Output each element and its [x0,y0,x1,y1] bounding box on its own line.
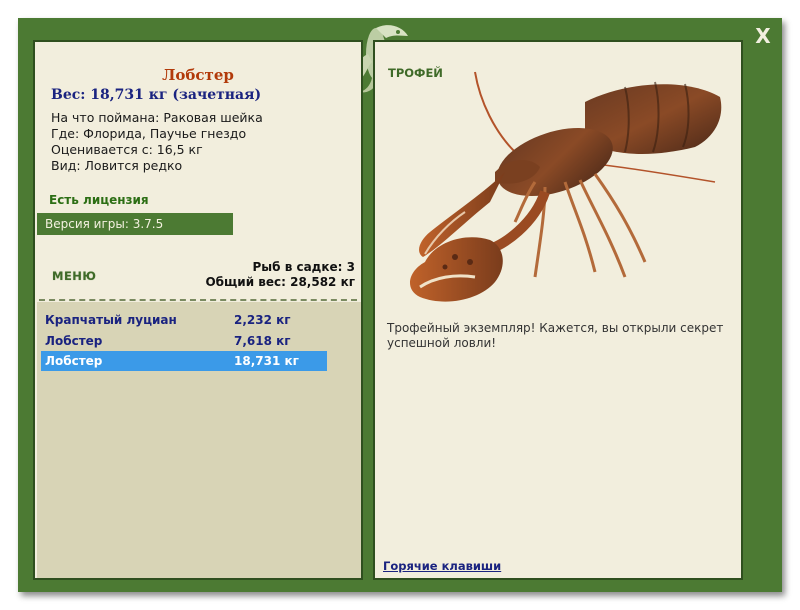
catch-weight: 2,232 кг [234,313,291,327]
catch-name: Крапчатый луциан [45,313,177,327]
catch-list: Крапчатый луциан 2,232 кг Лобстер 7,618 … [37,302,361,578]
close-button[interactable]: X [751,24,775,48]
trophy-description: Трофейный экземпляр! Кажется, вы открыли… [387,321,724,350]
catch-name: Лобстер [45,354,103,368]
catch-row-selected[interactable]: Лобстер 18,731 кг [41,351,327,371]
hotkeys-link[interactable]: Горячие клавиши [383,559,501,573]
menu-button[interactable]: МЕНЮ [52,269,96,283]
catch-weight: 18,731 кг [234,354,299,368]
trophy-panel: ТРОФЕЙ Трофейный экземпляр! Кажется, вы … [373,40,743,580]
license-status: Есть лицензия [49,193,149,207]
divider [39,299,357,301]
fish-bait: На что поймана: Раковая шейка [51,110,263,125]
fish-name: Лобстер [162,66,234,84]
fish-info-panel: Лобстер Вес: 18,731 кг (зачетная) На что… [33,40,363,580]
catch-row[interactable]: Крапчатый луциан 2,232 кг [41,310,327,330]
catch-row[interactable]: Лобстер 7,618 кг [41,331,327,351]
fish-weight: Вес: 18,731 кг (зачетная) [51,87,262,103]
cage-fish-count: Рыб в садке: 3 [252,260,356,274]
fish-scoring: Оценивается с: 16,5 кг [51,142,203,157]
catch-name: Лобстер [45,334,103,348]
lobster-image [409,71,722,302]
catch-weight: 7,618 кг [234,334,291,348]
fish-location: Где: Флорида, Паучье гнездо [51,126,247,141]
game-version: Версия игры: 3.7.5 [37,213,233,235]
fish-rarity: Вид: Ловится редко [51,158,183,173]
cage-total-weight: Общий вес: 28,582 кг [205,275,355,289]
